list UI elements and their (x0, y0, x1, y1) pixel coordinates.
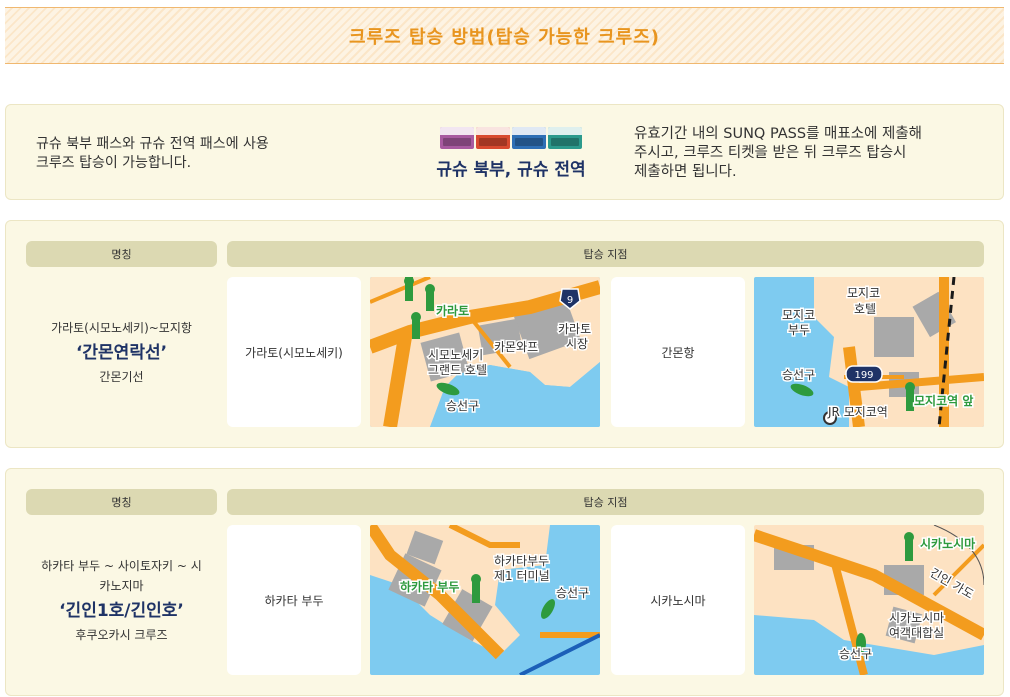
boarding-point-label: 간몬항 (661, 345, 695, 360)
pass-usage-note: 규슈 북부 패스와 규슈 전역 패스에 사용 크루즈 탑승이 가능합니다. (36, 135, 356, 173)
cruise-route-line-1: 하카타 부두 ~ 사이토자키 ~ 시 (41, 559, 202, 573)
column-header-points: 탑승 지점 (227, 241, 984, 267)
pass-instructions-line-3: 제출하면 됩니다. (634, 164, 737, 180)
boarding-point-label: 하카타 부두 (264, 593, 324, 608)
page-title: 크루즈 탑승 방법(탑승 가능한 크루즈) (349, 26, 660, 48)
cruise-title: ‘긴인1호/긴인호’ (59, 601, 184, 621)
cruise-route-line-2: 카노지마 (99, 579, 144, 593)
map-label-station: JR 모지코역 (827, 405, 888, 419)
pass-usage-line-1: 규슈 북부 패스와 규슈 전역 패스에 사용 (36, 136, 269, 152)
cruise-company: 후쿠오카시 크루즈 (75, 628, 168, 642)
boarding-point-karato: 가라토(시모노세키) (227, 277, 361, 427)
pass-card-image (476, 127, 510, 149)
map-mojiko: 199 모지코 부두 모지코 호텔 승선구 JR 모지코역 모지코역 앞 (754, 277, 984, 427)
pass-card-image (440, 127, 474, 149)
boarding-point-label: 시카노시마 (650, 593, 706, 608)
pass-instructions: 유효기간 내의 SUNQ PASS를 매표소에 제출해 주시고, 크루즈 티켓을… (634, 125, 984, 182)
map-label-hotel-line-2: 호텔 (854, 302, 876, 316)
map-label-building-line-2: 여객대합실 (889, 626, 944, 640)
cruise-title: ‘간몬연락선’ (75, 343, 168, 363)
map-label-terminal-line-1: 하카타부두 (494, 554, 549, 568)
map-label-karato: 카라토 (436, 303, 469, 318)
pass-usage-line-2: 크루즈 탑승이 가능합니다. (36, 155, 192, 171)
column-header-points: 탑승 지점 (227, 489, 984, 515)
map-label-pier-line-1: 모지코 (782, 308, 815, 322)
boarding-point-label: 가라토(시모노세키) (245, 345, 343, 360)
route-number-label: 199 (854, 370, 873, 381)
map-label-stop: 하카타 부두 (400, 579, 459, 594)
cruise-section-kinin: 명칭 탑승 지점 하카타 부두 ~ 사이토자키 ~ 시 카노지마 ‘긴인1호/긴… (5, 468, 1004, 696)
cruise-route: 가라토(시모노세키)~모지항 (51, 321, 192, 335)
pass-card-row (411, 127, 611, 149)
map-shikanoshima: 시카노시마 긴인 가도 시카노시마 여객대합실 승선구 (754, 525, 984, 675)
map-label-hotel-line-1: 시모노세키 (428, 348, 483, 362)
map-karato: 9 카라토 시모노세키 그랜드 호텔 카몬와프 카라토 시장 승선구 (370, 277, 600, 427)
cruise-section-kanmon: 명칭 탑승 지점 가라토(시모노세키)~모지항 ‘간몬연락선’ 간몬기선 가라토… (5, 220, 1004, 448)
pass-badge: 규슈 북부, 규슈 전역 (411, 127, 611, 180)
map-label-hotel-line-1: 모지코 (847, 286, 880, 300)
boarding-point-hakata: 하카타 부두 (227, 525, 361, 675)
pass-card-image (512, 127, 546, 149)
map-label-market-line-1: 카라토 (558, 322, 591, 336)
page-header: 크루즈 탑승 방법(탑승 가능한 크루즈) (5, 7, 1004, 64)
map-label-hotel-line-2: 그랜드 호텔 (428, 363, 487, 377)
cruise-company: 간몬기선 (99, 370, 144, 384)
pass-instructions-line-2: 주시고, 크루즈 티켓을 받은 뒤 크루즈 탑승시 (634, 145, 907, 161)
map-label-stop: 모지코역 앞 (914, 393, 973, 408)
map-label-terminal-line-2: 제1 터미널 (494, 569, 550, 583)
map-label-pier: 승선구 (446, 399, 479, 413)
map-label-gate: 승선구 (782, 368, 815, 382)
map-label-market-line-2: 시장 (566, 337, 588, 351)
column-header-name: 명칭 (26, 241, 217, 267)
map-label-pier-line-2: 부두 (788, 323, 810, 337)
pass-info-box: 규슈 북부 패스와 규슈 전역 패스에 사용 크루즈 탑승이 가능합니다. 규슈… (5, 104, 1004, 200)
cruise-name-cell: 가라토(시모노세키)~모지항 ‘간몬연락선’ 간몬기선 (26, 277, 217, 427)
boarding-point-shikanoshima: 시카노시마 (611, 525, 745, 675)
boarding-point-kanmon: 간몬항 (611, 277, 745, 427)
map-label-stop: 시카노시마 (920, 536, 975, 551)
cruise-name-cell: 하카타 부두 ~ 사이토자키 ~ 시 카노지마 ‘긴인1호/긴인호’ 후쿠오카시… (26, 525, 217, 675)
map-label-building-line-1: 시카노시마 (889, 611, 944, 625)
column-header-name: 명칭 (26, 489, 217, 515)
pass-name: 규슈 북부, 규슈 전역 (436, 160, 586, 180)
map-label-gate: 승선구 (839, 647, 872, 661)
map-label-kamonwharf: 카몬와프 (494, 340, 538, 354)
map-label-gate: 승선구 (556, 586, 589, 600)
pass-card-image (548, 127, 582, 149)
pass-instructions-line-1: 유효기간 내의 SUNQ PASS를 매표소에 제출해 (634, 126, 923, 142)
map-hakata: 하카타부두 제1 터미널 하카타 부두 승선구 (370, 525, 600, 675)
route-number-label: 9 (567, 295, 573, 306)
